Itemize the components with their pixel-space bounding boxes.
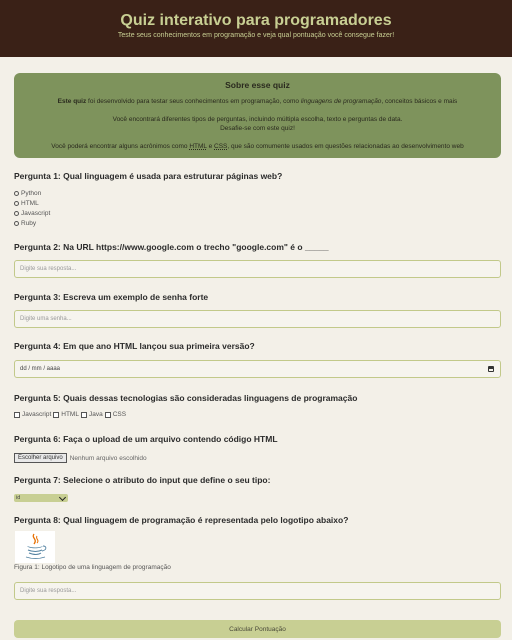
option-label: Javascript xyxy=(21,210,51,217)
about-line-3: Desafie-se com este quiz! xyxy=(220,125,295,132)
q8-answer-input[interactable]: Digite sua resposta... xyxy=(14,582,501,600)
radio-button[interactable] xyxy=(14,191,19,196)
select-value: id xyxy=(16,495,21,501)
choose-file-button[interactable]: Escolher arquivo xyxy=(14,453,67,463)
abbr-html: HTML xyxy=(189,143,207,150)
about-box: Sobre esse quiz Este quiz foi desenvolvi… xyxy=(14,73,501,158)
abbr-css: CSS xyxy=(214,143,228,150)
option-label: HTML xyxy=(61,411,79,418)
about-italic-text: linguagens de programação xyxy=(300,98,382,105)
option-label: HTML xyxy=(21,200,39,207)
calendar-icon[interactable] xyxy=(488,366,494,372)
question-8-label: Pergunta 8: Qual linguagem de programaçã… xyxy=(14,515,349,525)
about-text: foi desenvolvido para testar seus conhec… xyxy=(86,98,301,105)
option-label: CSS xyxy=(112,411,127,418)
q6-file-input: Escolher arquivo Nenhum arquivo escolhid… xyxy=(14,453,147,463)
question-2-label: Pergunta 2: Na URL https://www.google.co… xyxy=(14,242,329,252)
page-subtitle: Teste seus conhecimentos em programação … xyxy=(117,32,395,39)
date-placeholder: dd / mm / aaaa xyxy=(20,366,61,372)
question-5-label: Pergunta 5: Quais dessas tecnologias são… xyxy=(14,393,358,403)
checkbox-html[interactable] xyxy=(53,411,60,418)
q1-option-ruby[interactable]: Ruby xyxy=(14,220,36,227)
question-6-label: Pergunta 6: Faça o upload de um arquivo … xyxy=(14,434,278,444)
about-text: , conceitos básicos e mais xyxy=(381,98,458,105)
q1-option-python[interactable]: Python xyxy=(14,190,41,197)
java-logo-icon xyxy=(15,531,55,563)
radio-button[interactable] xyxy=(14,211,19,216)
about-line-4: Você poderá encontrar alguns acrônimos c… xyxy=(14,143,501,150)
checkbox-java[interactable] xyxy=(80,411,87,418)
chevron-down-icon xyxy=(58,493,67,502)
q4-date-input[interactable]: dd / mm / aaaa xyxy=(14,360,501,378)
question-1-label: Pergunta 1: Qual linguagem é usada para … xyxy=(14,171,283,181)
question-7-label: Pergunta 7: Selecione o atributo do inpu… xyxy=(14,475,271,485)
q1-option-html[interactable]: HTML xyxy=(14,200,39,207)
page-title: Quiz interativo para programadores xyxy=(120,12,392,29)
checkbox-css[interactable] xyxy=(104,411,111,418)
about-line-1: Este quiz foi desenvolvido para testar s… xyxy=(14,98,501,105)
q5-options: Javascript HTML Java CSS xyxy=(14,411,126,418)
q7-attribute-select[interactable]: id xyxy=(14,493,68,502)
checkbox-javascript[interactable] xyxy=(14,411,20,418)
about-title: Sobre esse quiz xyxy=(225,80,290,90)
about-line-2: Você encontrará diferentes tipos de perg… xyxy=(112,116,403,123)
about-text: Você poderá encontrar alguns acrônimos c… xyxy=(51,143,190,150)
option-label: Python xyxy=(21,190,42,197)
about-bold-text: Este quiz xyxy=(57,98,87,105)
option-label: Ruby xyxy=(21,220,37,227)
q3-password-input[interactable]: Digite uma senha... xyxy=(14,310,501,328)
question-4-label: Pergunta 4: Em que ano HTML lançou sua p… xyxy=(14,341,255,351)
about-text: e xyxy=(206,143,215,150)
about-text: , que são comumente usados em questões r… xyxy=(227,143,464,150)
page-header: Quiz interativo para programadores Teste… xyxy=(0,0,512,57)
file-status: Nenhum arquivo escolhido xyxy=(69,454,147,462)
question-3-label: Pergunta 3: Escreva um exemplo de senha … xyxy=(14,292,209,302)
calculate-score-button[interactable]: Calcular Pontuação xyxy=(14,620,501,638)
q1-option-javascript[interactable]: Javascript xyxy=(14,210,50,217)
option-label: Javascript xyxy=(22,411,52,418)
figure-caption: Figura 1: Logotipo de uma linguagem de p… xyxy=(14,564,171,571)
q2-answer-input[interactable]: Digite sua resposta... xyxy=(14,260,501,278)
option-label: Java xyxy=(88,411,103,418)
radio-button[interactable] xyxy=(14,221,19,226)
radio-button[interactable] xyxy=(14,201,19,206)
